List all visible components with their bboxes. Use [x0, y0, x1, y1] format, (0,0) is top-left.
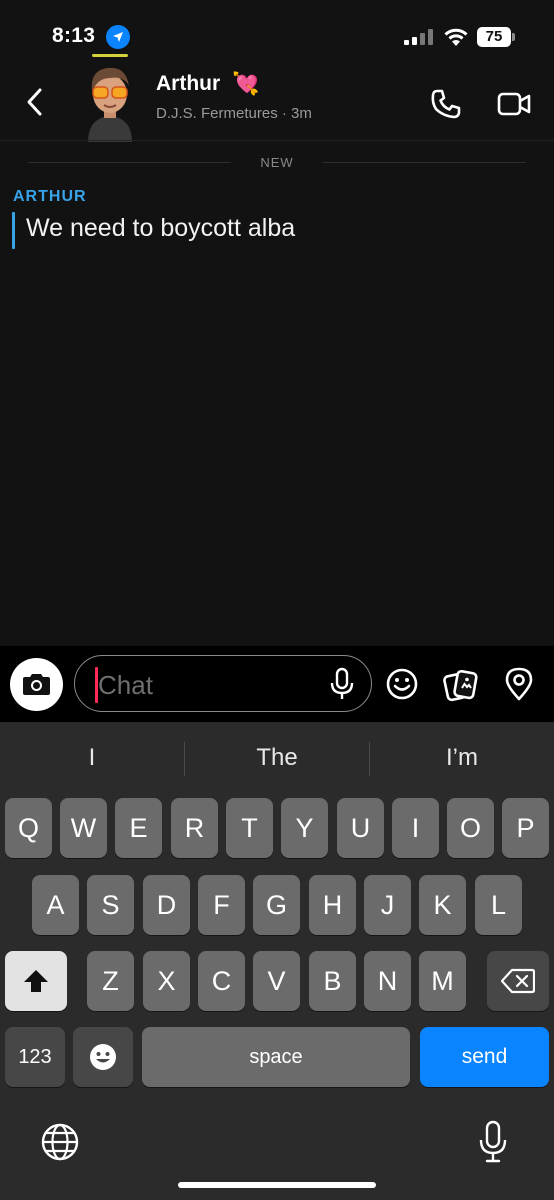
new-divider-label: NEW: [260, 155, 294, 170]
location-pin-icon: [505, 667, 533, 701]
key-q[interactable]: Q: [5, 798, 52, 858]
key-v[interactable]: V: [253, 951, 300, 1011]
microphone-icon: [330, 667, 354, 699]
wifi-icon: [443, 27, 469, 52]
key-z[interactable]: Z: [87, 951, 134, 1011]
camera-button[interactable]: [10, 658, 63, 711]
location-share-button[interactable]: [502, 666, 536, 702]
numbers-key[interactable]: 123: [5, 1027, 65, 1087]
key-y[interactable]: Y: [281, 798, 328, 858]
key-c[interactable]: C: [198, 951, 245, 1011]
globe-key[interactable]: [40, 1122, 80, 1162]
avatar[interactable]: [80, 60, 140, 142]
key-h[interactable]: H: [309, 875, 356, 935]
shift-icon: [24, 970, 48, 992]
globe-icon: [41, 1123, 79, 1161]
key-s[interactable]: S: [87, 875, 134, 935]
key-i[interactable]: I: [392, 798, 439, 858]
key-g[interactable]: G: [253, 875, 300, 935]
key-l[interactable]: L: [475, 875, 522, 935]
battery-level: 75: [477, 27, 511, 47]
back-button[interactable]: [20, 84, 52, 120]
key-j[interactable]: J: [364, 875, 411, 935]
key-f[interactable]: F: [198, 875, 245, 935]
chevron-left-icon: [27, 88, 42, 116]
delete-key[interactable]: [487, 951, 549, 1011]
key-w[interactable]: W: [60, 798, 107, 858]
message-sender: ARTHUR: [13, 188, 87, 205]
key-d[interactable]: D: [143, 875, 190, 935]
heart-emoji-icon: 💘: [232, 71, 260, 96]
contact-subtitle: D.J.S. Fermetures · 3m: [156, 105, 312, 122]
suggestion-3[interactable]: I’m: [370, 744, 554, 772]
key-e[interactable]: E: [115, 798, 162, 858]
cellular-signal-icon: [404, 29, 434, 45]
message-accent-bar: [12, 212, 15, 249]
battery-tip: [512, 33, 515, 41]
voice-note-button[interactable]: [328, 666, 356, 702]
shift-key[interactable]: [5, 951, 67, 1011]
space-key[interactable]: space: [142, 1027, 410, 1087]
key-m[interactable]: M: [419, 951, 466, 1011]
memories-icon: [443, 669, 478, 702]
sticker-button[interactable]: [385, 667, 419, 701]
key-k[interactable]: K: [419, 875, 466, 935]
suggestion-1[interactable]: I: [0, 744, 184, 772]
key-u[interactable]: U: [337, 798, 384, 858]
contact-name[interactable]: Arthur: [156, 72, 220, 96]
location-arrow-icon: [106, 25, 130, 49]
key-b[interactable]: B: [309, 951, 356, 1011]
home-indicator[interactable]: [178, 1182, 376, 1188]
emoji-key[interactable]: [73, 1027, 133, 1087]
send-key[interactable]: send: [420, 1027, 549, 1087]
message-text[interactable]: We need to boycott alba: [26, 214, 295, 243]
call-button[interactable]: [428, 86, 464, 122]
header-divider: [0, 140, 554, 141]
smiley-icon: [386, 668, 418, 700]
key-t[interactable]: T: [226, 798, 273, 858]
video-camera-icon: [497, 92, 531, 116]
dictation-key[interactable]: [478, 1120, 508, 1164]
key-x[interactable]: X: [143, 951, 190, 1011]
backspace-icon: [500, 968, 536, 994]
key-n[interactable]: N: [364, 951, 411, 1011]
new-divider-line-right: [323, 162, 526, 163]
key-o[interactable]: O: [447, 798, 494, 858]
key-r[interactable]: R: [171, 798, 218, 858]
key-a[interactable]: A: [32, 875, 79, 935]
memories-button[interactable]: [443, 667, 479, 703]
phone-icon: [431, 89, 461, 119]
camera-icon: [23, 674, 50, 695]
emoji-icon: [90, 1044, 116, 1070]
location-underline: [92, 54, 128, 57]
suggestion-2[interactable]: The: [185, 744, 369, 772]
status-time: 8:13: [52, 24, 96, 47]
microphone-icon: [479, 1120, 507, 1163]
new-divider-line-left: [28, 162, 231, 163]
chat-input[interactable]: [98, 669, 318, 701]
key-p[interactable]: P: [502, 798, 549, 858]
video-call-button[interactable]: [496, 88, 532, 120]
